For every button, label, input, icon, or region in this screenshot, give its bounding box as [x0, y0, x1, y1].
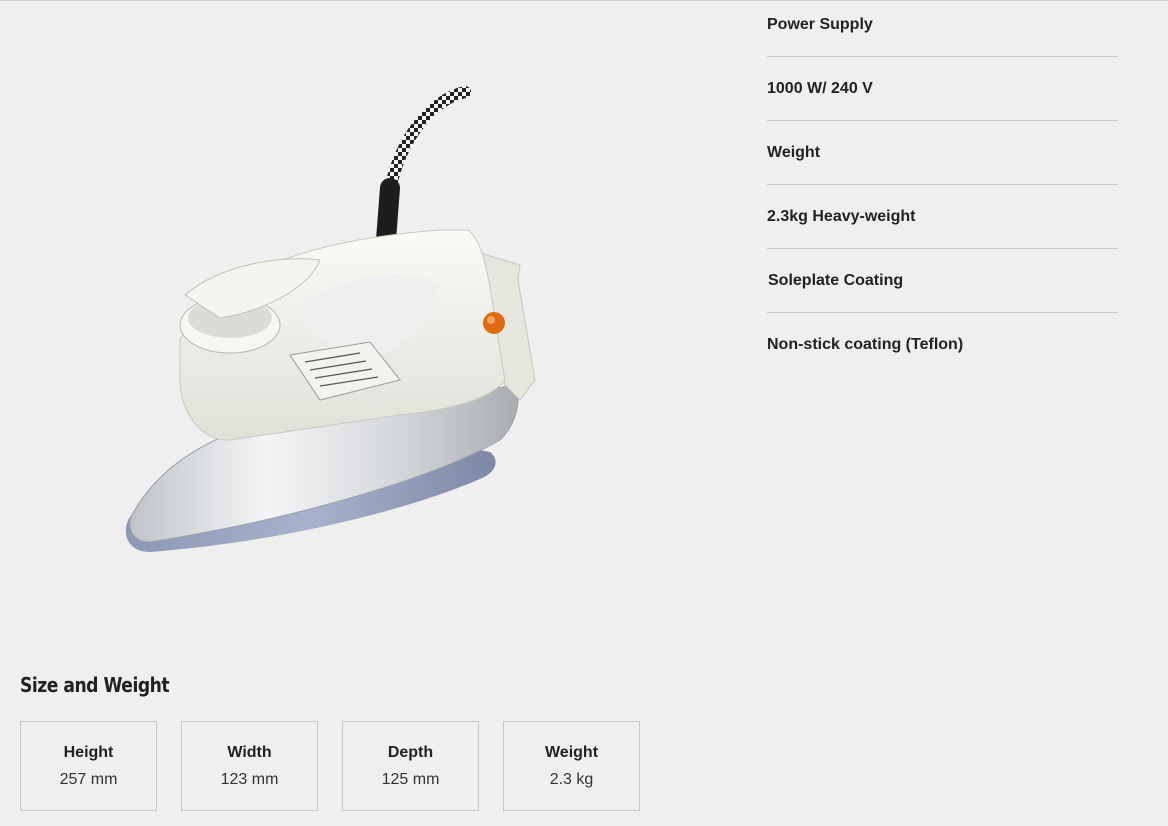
spec-weight-value: 2.3kg Heavy-weight — [767, 185, 1118, 249]
dimension-label: Height — [63, 743, 114, 761]
dimension-card-width: Width 123 mm — [181, 721, 318, 811]
dimension-label: Depth — [387, 743, 434, 761]
size-weight-heading: Size and Weight — [20, 673, 170, 697]
dimension-label: Weight — [544, 743, 599, 761]
steam-iron-icon — [125, 86, 536, 552]
dimension-value: 123 mm — [220, 770, 279, 788]
power-indicator-icon — [483, 312, 505, 334]
spec-weight-label: Weight — [767, 121, 1118, 185]
dimension-value: 125 mm — [381, 770, 440, 788]
dimension-card-depth: Depth 125 mm — [342, 721, 479, 811]
spec-power-supply-value: 1000 W/ 240 V — [767, 57, 1118, 121]
dimension-card-weight: Weight 2.3 kg — [503, 721, 640, 811]
dimension-value: 257 mm — [59, 770, 118, 788]
spec-soleplate-value: Non-stick coating (Teflon) — [767, 336, 964, 353]
dimension-card-height: Height 257 mm — [20, 721, 157, 811]
spec-power-supply-label: Power Supply — [767, 0, 1118, 57]
specs-list: Power Supply 1000 W/ 240 V Weight 2.3kg … — [767, 0, 1118, 377]
dimension-label: Width — [227, 743, 272, 761]
dimension-value: 2.3 kg — [549, 770, 594, 788]
spec-soleplate-label: Soleplate Coating — [767, 249, 1118, 313]
dimension-cards: Height 257 mm Width 123 mm Depth 125 mm … — [20, 721, 640, 811]
product-image — [110, 80, 550, 570]
